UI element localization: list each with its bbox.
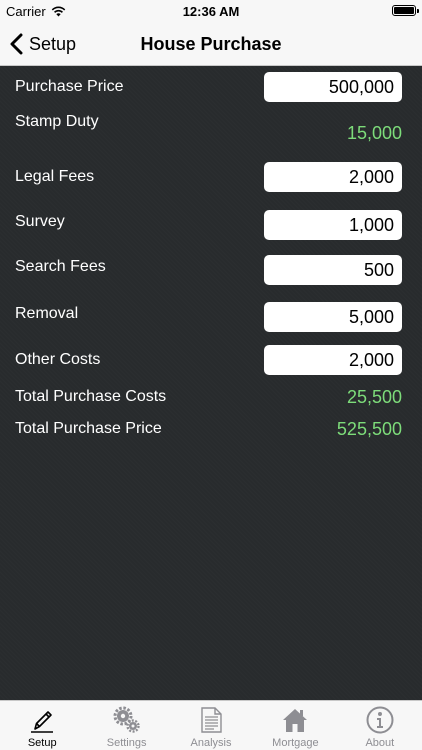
status-time: 12:36 AM	[182, 4, 240, 19]
stamp-duty-label: Stamp Duty	[15, 113, 99, 130]
tab-analysis-label: Analysis	[190, 737, 232, 749]
purchase-price-label: Purchase Price	[15, 78, 124, 95]
tab-about-label: About	[365, 737, 395, 749]
tab-setup-label: Setup	[27, 737, 57, 749]
total-purchase-costs-label: Total Purchase Costs	[15, 388, 167, 405]
legal-fees-input[interactable]: 2,000	[264, 162, 402, 192]
document-icon	[201, 707, 222, 733]
removal-input[interactable]: 5,000	[264, 302, 402, 332]
row-stamp-duty: Stamp Duty 15,000	[0, 112, 422, 143]
tab-analysis[interactable]: Analysis	[169, 701, 253, 750]
row-total-purchase-price: Total Purchase Price 525,500	[0, 414, 422, 444]
purchase-price-input[interactable]: 500,000	[264, 72, 402, 102]
info-icon	[366, 706, 394, 734]
survey-input[interactable]: 1,000	[264, 210, 402, 240]
tab-mortgage[interactable]: Mortgage	[253, 701, 337, 750]
total-purchase-price-label: Total Purchase Price	[15, 420, 162, 437]
tab-about[interactable]: About	[338, 701, 422, 750]
purchase-form: Purchase Price 500,000 Stamp Duty 15,000…	[0, 66, 422, 700]
other-costs-input[interactable]: 2,000	[264, 345, 402, 375]
tab-bar: Setup Settings Analysis Mortgage About	[0, 700, 422, 750]
battery-icon	[392, 5, 419, 16]
search-fees-label: Search Fees	[15, 258, 106, 275]
row-removal: Removal 5,000	[0, 302, 422, 332]
row-other-costs: Other Costs 2,000	[0, 345, 422, 375]
tab-mortgage-label: Mortgage	[272, 737, 319, 749]
survey-label: Survey	[15, 213, 65, 230]
removal-label: Removal	[15, 305, 79, 322]
house-icon	[283, 709, 308, 732]
total-purchase-price-value: 525,500	[336, 419, 402, 439]
total-purchase-costs-value: 25,500	[346, 387, 402, 407]
row-search-fees: Search Fees 500	[0, 255, 422, 285]
pencil-icon	[31, 711, 54, 733]
row-survey: Survey 1,000	[0, 210, 422, 240]
legal-fees-label: Legal Fees	[15, 168, 95, 185]
row-legal-fees: Legal Fees 2,000	[0, 162, 422, 192]
tab-settings[interactable]: Settings	[84, 701, 168, 750]
other-costs-label: Other Costs	[15, 351, 101, 368]
tab-setup[interactable]: Setup	[0, 701, 84, 750]
gears-icon	[113, 706, 140, 733]
row-purchase-price: Purchase Price 500,000	[0, 72, 422, 102]
search-fees-input[interactable]: 500	[264, 255, 402, 285]
tab-settings-label: Settings	[106, 737, 147, 749]
page-title: House Purchase	[140, 34, 282, 54]
stamp-duty-value: 15,000	[346, 123, 402, 143]
row-total-purchase-costs: Total Purchase Costs 25,500	[0, 382, 422, 412]
status-bar: Carrier 12:36 AM	[0, 0, 422, 22]
navigation-bar: Setup House Purchase	[0, 22, 422, 66]
